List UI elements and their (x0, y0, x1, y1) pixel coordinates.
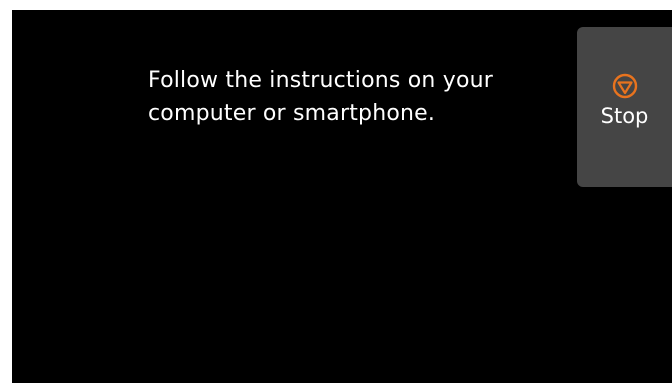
stop-button-label: Stop (600, 104, 649, 128)
stop-button[interactable]: Stop (577, 27, 672, 187)
stop-icon (612, 73, 637, 99)
touch-screen: Follow the instructions on your computer… (12, 10, 672, 383)
device-frame: Follow the instructions on your computer… (0, 0, 672, 383)
instruction-message: Follow the instructions on your computer… (148, 68, 493, 126)
